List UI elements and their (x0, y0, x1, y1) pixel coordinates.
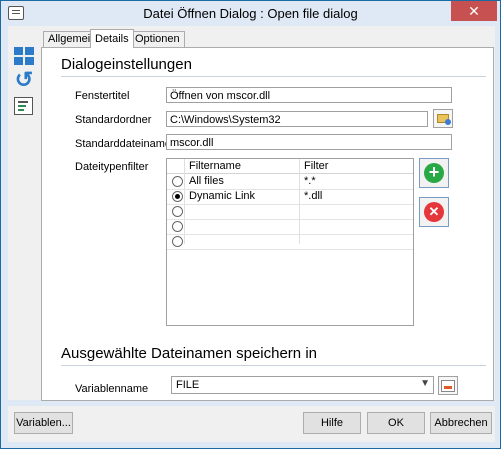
help-button[interactable]: Hilfe (303, 412, 361, 434)
section-divider (61, 76, 486, 77)
grid-icon[interactable] (14, 46, 34, 66)
plus-icon: + (424, 163, 444, 183)
filter-table: Filtername Filter All files *.* Dynamic … (166, 158, 414, 326)
close-icon: ✕ (424, 202, 444, 222)
table-row[interactable] (167, 234, 413, 250)
column-filtername: Filtername (189, 160, 241, 172)
row-radio[interactable] (172, 176, 183, 187)
row-radio[interactable] (172, 221, 183, 232)
fenstertitel-field[interactable]: Öffnen von mscor.dll (166, 87, 452, 103)
title-bar: Datei Öffnen Dialog : Open file dialog ✕ (1, 1, 500, 26)
dialog-window: Datei Öffnen Dialog : Open file dialog ✕… (0, 0, 501, 449)
variable-select[interactable]: FILE ▼ (171, 376, 434, 394)
refresh-icon[interactable]: ↺ (14, 69, 34, 91)
filter-table-header: Filtername Filter (167, 159, 413, 174)
table-row[interactable]: Dynamic Link *.dll (167, 189, 413, 205)
form-icon[interactable] (14, 97, 33, 115)
cancel-button[interactable]: Abbrechen (430, 412, 492, 434)
tab-optionen[interactable]: Optionen (130, 31, 185, 47)
standardordner-field[interactable]: C:\Windows\System32 (166, 111, 428, 127)
variable-select-value: FILE (176, 379, 200, 391)
variables-button[interactable]: Variablen... (14, 412, 73, 434)
label-variablenname: Variablenname (75, 383, 149, 395)
variable-picker-button[interactable] (438, 376, 458, 395)
remove-filter-button[interactable]: ✕ (419, 197, 449, 227)
button-bar: Variablen... Hilfe OK Abbrechen (8, 406, 495, 442)
cell-filtername: Dynamic Link (189, 190, 256, 202)
folder-icon (437, 114, 451, 125)
label-standardordner: Standardordner (75, 114, 152, 126)
label-fenstertitel: Fenstertitel (75, 90, 130, 102)
tab-details[interactable]: Details (90, 29, 134, 48)
add-filter-button[interactable]: + (419, 158, 449, 188)
section-title-dialog-settings: Dialogeinstellungen (61, 56, 192, 73)
row-radio[interactable] (172, 236, 183, 247)
section-title-save-filenames: Ausgewählte Dateinamen speichern in (61, 345, 317, 362)
table-row[interactable] (167, 204, 413, 220)
table-row[interactable]: All files *.* (167, 174, 413, 190)
section-divider (61, 365, 486, 366)
column-filter: Filter (304, 160, 329, 172)
row-radio[interactable] (172, 206, 183, 217)
ok-button[interactable]: OK (367, 412, 425, 434)
row-radio-selected[interactable] (172, 191, 183, 202)
cell-filter: *.* (304, 175, 316, 187)
label-standarddateiname: Standarddateiname (75, 138, 172, 150)
label-dateitypenfilter: Dateitypenfilter (75, 161, 149, 173)
chevron-down-icon: ▼ (420, 378, 430, 389)
details-panel: Dialogeinstellungen Fenstertitel Öffnen … (41, 47, 494, 401)
standarddateiname-field[interactable]: mscor.dll (166, 134, 452, 150)
browse-folder-button[interactable] (433, 109, 453, 128)
sidebar: ↺ (8, 26, 40, 400)
dialog-client-area: ↺ Allgemein Details Optionen Dialogeinst… (8, 26, 495, 401)
close-button[interactable]: ✕ (451, 1, 497, 21)
cell-filtername: All files (189, 175, 224, 187)
window-title: Datei Öffnen Dialog : Open file dialog (143, 6, 358, 21)
variable-icon (441, 380, 455, 392)
cell-filter: *.dll (304, 190, 323, 202)
table-row[interactable] (167, 219, 413, 235)
